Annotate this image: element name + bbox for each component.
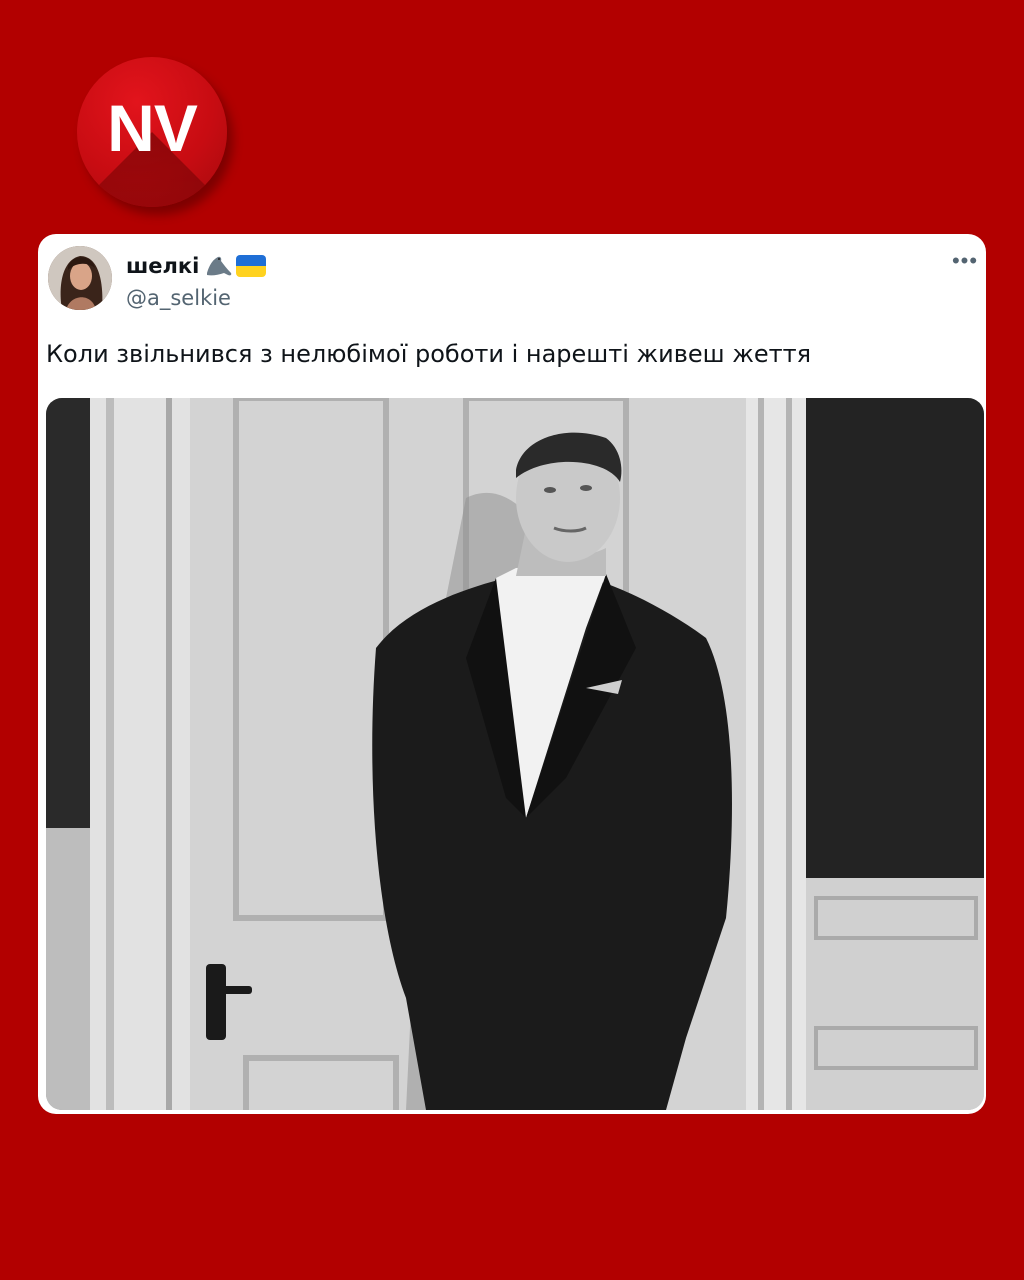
logo-text: NV bbox=[107, 91, 198, 165]
photo-man-in-suit bbox=[46, 398, 984, 1110]
ukraine-flag-icon bbox=[236, 255, 266, 277]
tweet-photo[interactable] bbox=[46, 398, 984, 1110]
avatar-image bbox=[48, 246, 112, 310]
avatar[interactable] bbox=[48, 246, 112, 310]
seal-icon bbox=[207, 256, 232, 276]
nv-logo: NV bbox=[77, 57, 227, 207]
display-name[interactable]: шелкі bbox=[126, 254, 199, 278]
tweet-text: Коли звільнився з нелюбімої роботи і нар… bbox=[46, 340, 812, 368]
user-handle[interactable]: @a_selkie bbox=[126, 286, 231, 310]
tweet-card: шелкі @a_selkie ••• Коли звільнився з не… bbox=[38, 234, 986, 1114]
more-horizontal-icon[interactable]: ••• bbox=[950, 250, 980, 274]
